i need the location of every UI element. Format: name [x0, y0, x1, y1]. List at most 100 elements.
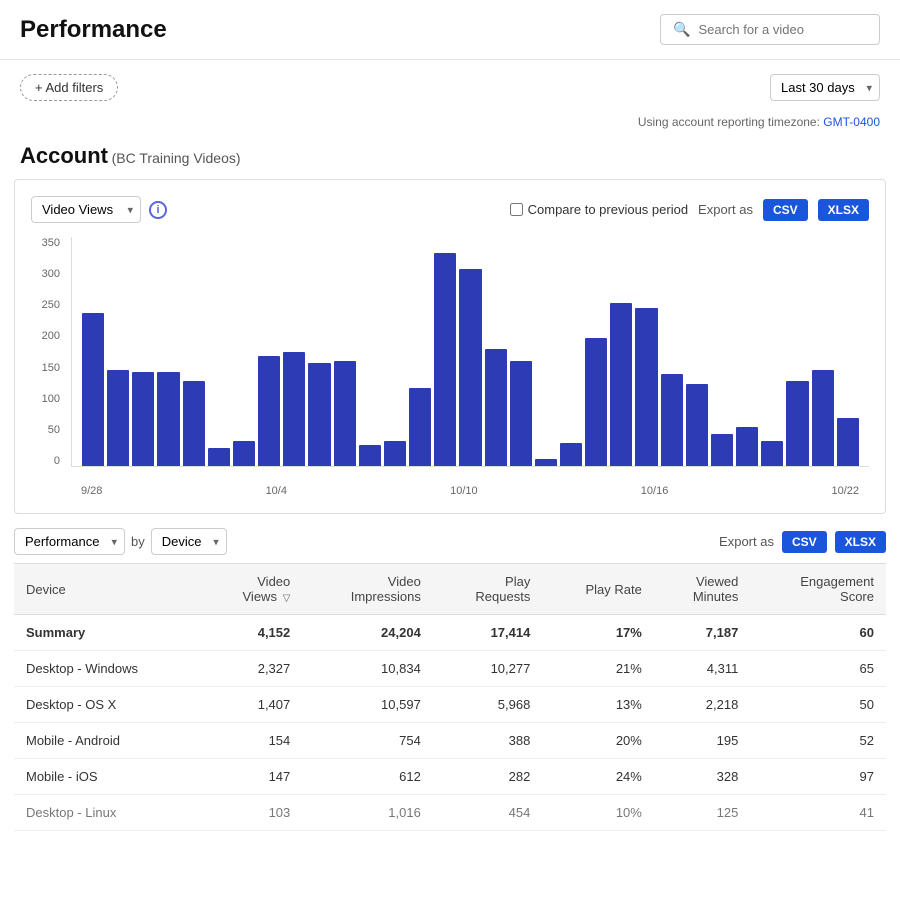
row-impressions: 754	[302, 723, 433, 759]
bar-29	[812, 370, 834, 466]
bar-15	[459, 269, 481, 466]
row-play-requests: 454	[433, 795, 543, 831]
bar-10	[334, 361, 356, 466]
add-filters-button[interactable]: + Add filters	[20, 74, 118, 101]
row-impressions: 10,834	[302, 651, 433, 687]
metric-select-wrapper: Video Views	[31, 196, 141, 223]
row-device: Mobile - Android	[14, 723, 203, 759]
bar-5	[208, 448, 230, 466]
row-play-requests: 5,968	[433, 687, 543, 723]
chart-container: Video Views i Compare to previous period…	[14, 179, 886, 514]
bar-20	[585, 338, 607, 466]
summary-device: Summary	[14, 615, 203, 651]
bar-9	[308, 363, 330, 466]
chart-header: Video Views i Compare to previous period…	[31, 196, 869, 223]
row-views: 1,407	[203, 687, 303, 723]
bar-13	[409, 388, 431, 466]
table-toolbar-left: Performance by Device	[14, 528, 227, 555]
date-range-select[interactable]: Last 30 days	[770, 74, 880, 101]
performance-table: Device VideoViews ▽ VideoImpressions Pla…	[14, 563, 886, 831]
summary-impressions: 24,204	[302, 615, 433, 651]
row-device: Mobile - iOS	[14, 759, 203, 795]
bar-6	[233, 441, 255, 466]
device-select[interactable]: Device	[151, 528, 227, 555]
row-viewed-minutes: 2,218	[654, 687, 750, 723]
compare-checkbox[interactable]: Compare to previous period	[510, 202, 688, 217]
row-play-rate: 21%	[542, 651, 654, 687]
col-impressions: VideoImpressions	[302, 564, 433, 615]
y-axis: 350 300 250 200 150 100 50 0	[31, 237, 66, 467]
row-views: 2,327	[203, 651, 303, 687]
metric-select[interactable]: Video Views	[31, 196, 141, 223]
row-play-requests: 282	[433, 759, 543, 795]
table-toolbar-right: Export as CSV XLSX	[719, 531, 886, 553]
bar-3	[157, 372, 179, 466]
bar-19	[560, 443, 582, 466]
row-viewed-minutes: 125	[654, 795, 750, 831]
bar-7	[258, 356, 280, 466]
row-viewed-minutes: 328	[654, 759, 750, 795]
x-axis: 9/28 10/4 10/10 10/16 10/22	[71, 471, 869, 497]
row-play-rate: 24%	[542, 759, 654, 795]
row-views: 154	[203, 723, 303, 759]
summary-views: 4,152	[203, 615, 303, 651]
chart-area: 350 300 250 200 150 100 50 0 9/28 10/4 1…	[31, 237, 869, 497]
row-device: Desktop - Linux	[14, 795, 203, 831]
row-play-rate: 20%	[542, 723, 654, 759]
bar-23	[661, 374, 683, 466]
row-views: 103	[203, 795, 303, 831]
row-device: Desktop - Windows	[14, 651, 203, 687]
chart-xlsx-button[interactable]: XLSX	[818, 199, 869, 221]
table-row: Desktop - Linux 103 1,016 454 10% 125 41	[14, 795, 886, 831]
bar-0	[82, 313, 104, 466]
row-play-rate: 13%	[542, 687, 654, 723]
account-section: Account (BC Training Videos)	[0, 137, 900, 179]
performance-table-section: Performance by Device Export as CSV XLSX…	[14, 528, 886, 831]
row-engagement: 41	[750, 795, 886, 831]
info-icon[interactable]: i	[149, 201, 167, 219]
bar-1	[107, 370, 129, 466]
row-device: Desktop - OS X	[14, 687, 203, 723]
row-play-requests: 388	[433, 723, 543, 759]
summary-play-requests: 17,414	[433, 615, 543, 651]
search-box[interactable]: 🔍	[660, 14, 880, 45]
col-viewed-minutes: ViewedMinutes	[654, 564, 750, 615]
bar-30	[837, 418, 859, 466]
bar-25	[711, 434, 733, 466]
search-input[interactable]	[698, 22, 867, 37]
table-csv-button[interactable]: CSV	[782, 531, 827, 553]
date-range-wrapper: Last 30 days	[770, 74, 880, 101]
table-row: Mobile - iOS 147 612 282 24% 328 97	[14, 759, 886, 795]
col-device: Device	[14, 564, 203, 615]
bar-22	[635, 308, 657, 466]
bar-24	[686, 384, 708, 466]
row-viewed-minutes: 195	[654, 723, 750, 759]
bar-8	[283, 352, 305, 467]
table-xlsx-button[interactable]: XLSX	[835, 531, 886, 553]
account-subtitle: (BC Training Videos)	[112, 150, 241, 166]
chart-header-right: Compare to previous period Export as CSV…	[510, 199, 869, 221]
page-header: Performance 🔍	[0, 0, 900, 60]
bar-26	[736, 427, 758, 466]
bar-17	[510, 361, 532, 466]
bar-2	[132, 372, 154, 466]
bar-16	[485, 349, 507, 466]
row-engagement: 50	[750, 687, 886, 723]
perf-select[interactable]: Performance	[14, 528, 125, 555]
col-video-views[interactable]: VideoViews ▽	[203, 564, 303, 615]
bar-18	[535, 459, 557, 466]
bar-4	[183, 381, 205, 466]
chart-csv-button[interactable]: CSV	[763, 199, 808, 221]
page-title: Performance	[20, 16, 167, 44]
compare-checkbox-input[interactable]	[510, 203, 523, 216]
bar-27	[761, 441, 783, 466]
row-viewed-minutes: 4,311	[654, 651, 750, 687]
timezone-link[interactable]: GMT-0400	[823, 115, 880, 129]
row-play-requests: 10,277	[433, 651, 543, 687]
bar-12	[384, 441, 406, 466]
summary-viewed-minutes: 7,187	[654, 615, 750, 651]
row-engagement: 97	[750, 759, 886, 795]
table-row: Mobile - Android 154 754 388 20% 195 52	[14, 723, 886, 759]
bar-21	[610, 303, 632, 466]
row-impressions: 1,016	[302, 795, 433, 831]
